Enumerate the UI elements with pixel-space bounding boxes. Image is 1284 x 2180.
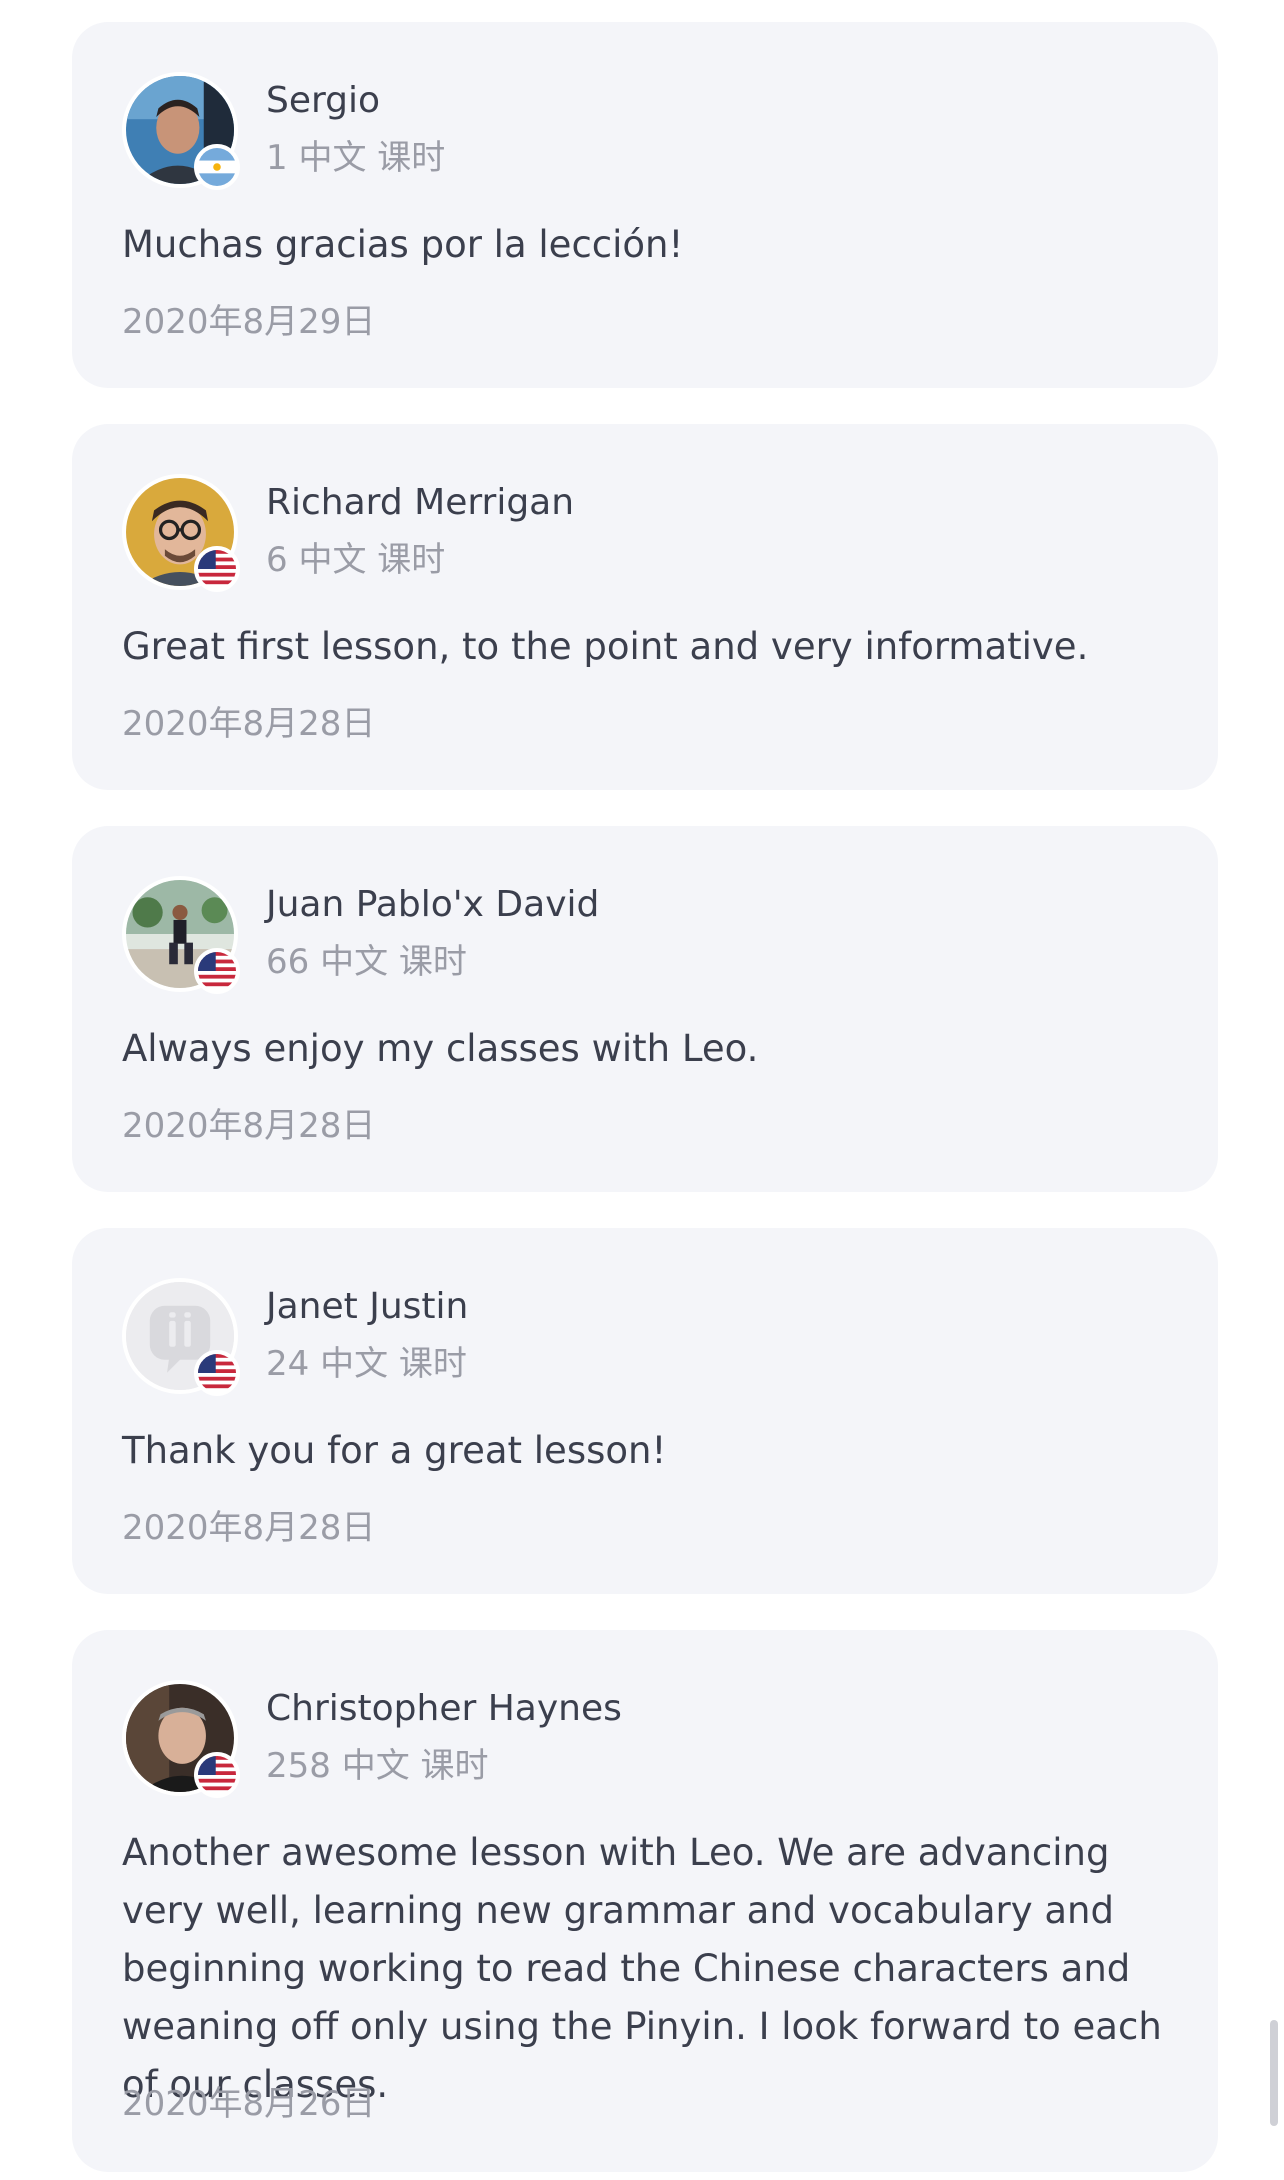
us-flag-icon — [194, 1752, 240, 1798]
lesson-count: 24 中文 课时 — [266, 1344, 467, 1384]
avatar-group[interactable] — [122, 474, 240, 592]
review-text: Another awesome lesson with Leo. We are … — [122, 1831, 1162, 2106]
review-card: Juan Pablo'x David 66 中文 课时 Always enjoy… — [72, 826, 1218, 1192]
review-text: Thank you for a great lesson! — [122, 1429, 667, 1472]
lesson-count: 1 中文 课时 — [266, 138, 446, 178]
avatar-group[interactable] — [122, 1680, 240, 1798]
review-date: 2020年8月28日 — [122, 1106, 376, 1146]
review-card: Janet Justin 24 中文 课时 Thank you for a gr… — [72, 1228, 1218, 1594]
student-name[interactable]: Richard Merrigan — [266, 482, 574, 523]
review-card: Christopher Haynes 258 中文 课时 Another awe… — [72, 1630, 1218, 2172]
avatar-group[interactable] — [122, 72, 240, 190]
review-date: 2020年8月26日 — [122, 2084, 376, 2124]
review-text: Great first lesson, to the point and ver… — [122, 625, 1089, 668]
argentina-flag-icon — [194, 144, 240, 190]
review-date: 2020年8月28日 — [122, 1508, 376, 1548]
review-card: Sergio 1 中文 课时 Muchas gracias por la lec… — [72, 22, 1218, 388]
us-flag-icon — [194, 546, 240, 592]
student-name[interactable]: Christopher Haynes — [266, 1688, 622, 1729]
us-flag-icon — [194, 948, 240, 994]
student-name[interactable]: Sergio — [266, 80, 380, 121]
review-card: Richard Merrigan 6 中文 课时 Great first les… — [72, 424, 1218, 790]
student-name[interactable]: Janet Justin — [266, 1286, 468, 1327]
lesson-count: 66 中文 课时 — [266, 942, 467, 982]
lesson-count: 6 中文 课时 — [266, 540, 446, 580]
avatar-group[interactable] — [122, 876, 240, 994]
student-name[interactable]: Juan Pablo'x David — [266, 884, 599, 925]
us-flag-icon — [194, 1350, 240, 1396]
review-date: 2020年8月29日 — [122, 302, 376, 342]
reviews-feed: Sergio 1 中文 课时 Muchas gracias por la lec… — [0, 0, 1284, 2180]
review-text: Muchas gracias por la lección! — [122, 223, 684, 266]
review-date: 2020年8月28日 — [122, 704, 376, 744]
lesson-count: 258 中文 课时 — [266, 1746, 489, 1786]
avatar-group[interactable] — [122, 1278, 240, 1396]
review-text: Always enjoy my classes with Leo. — [122, 1027, 759, 1070]
scrollbar[interactable] — [1270, 2020, 1278, 2126]
